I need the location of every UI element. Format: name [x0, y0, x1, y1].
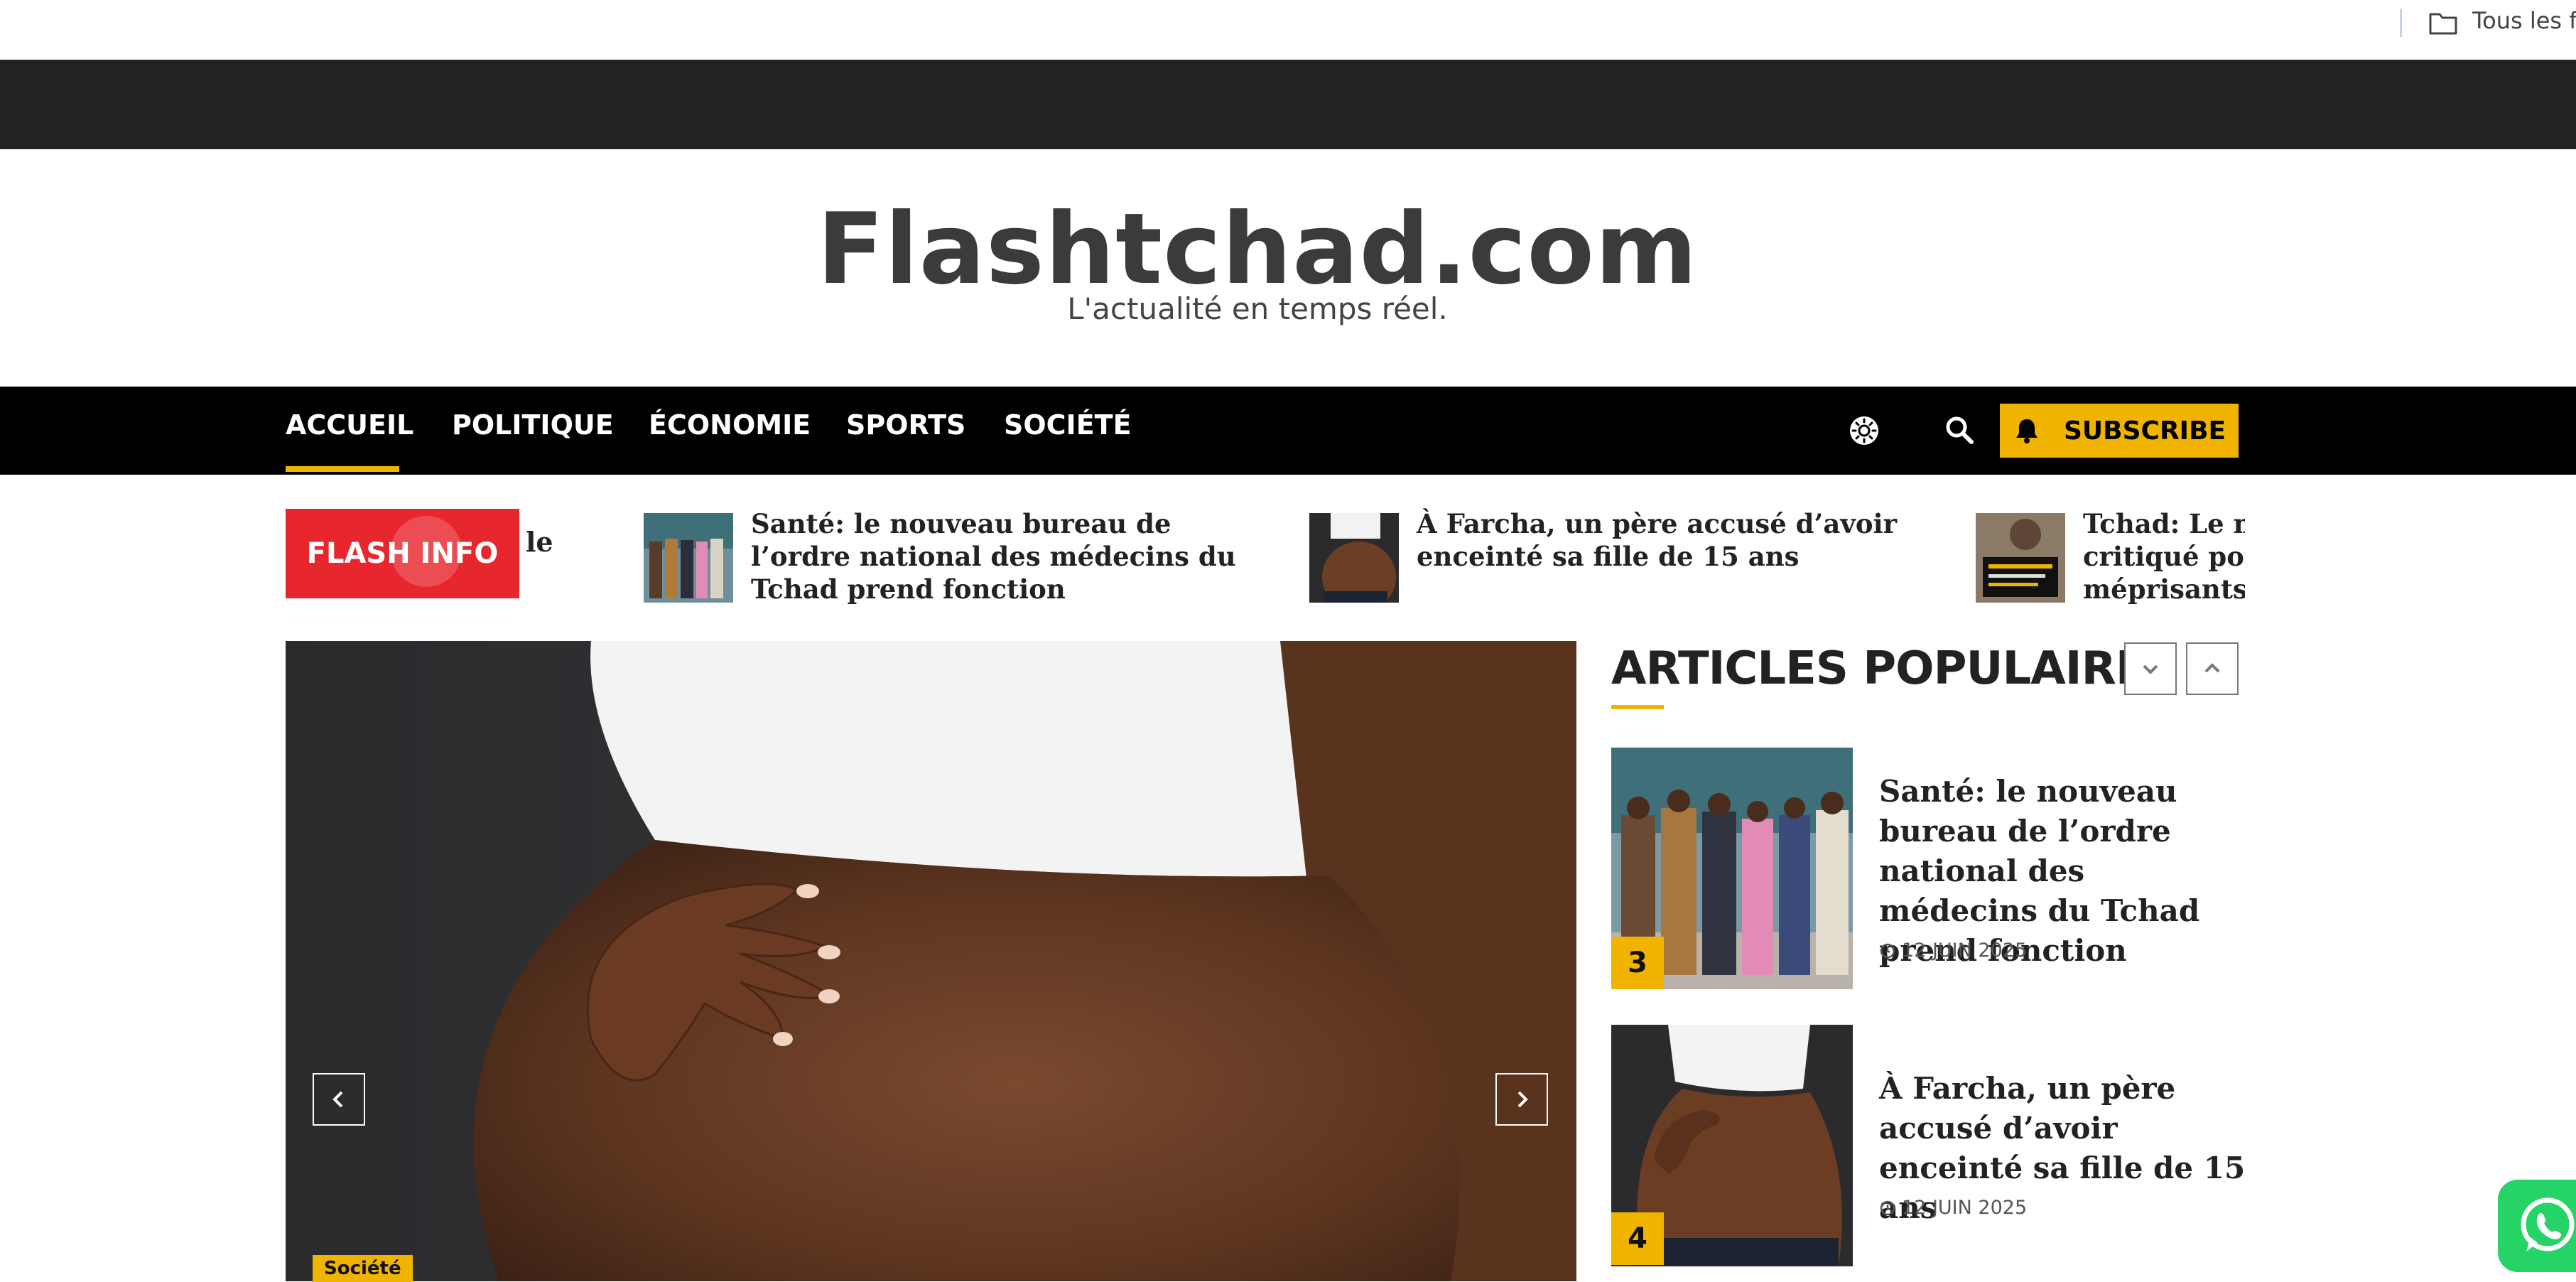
- subscribe-button[interactable]: SUBSCRIBE: [2000, 404, 2239, 458]
- popular-article-date: 12 JUIN 2025: [1879, 1197, 2027, 1219]
- flash-info-label: FLASH INFO: [306, 537, 499, 570]
- nav-item-economie[interactable]: ÉCONOMIE: [649, 409, 811, 441]
- site-title[interactable]: Flashtchad.com: [0, 192, 2515, 306]
- flash-info-badge: FLASH INFO: [286, 509, 519, 598]
- chevron-down-icon: [2143, 664, 2158, 674]
- bookmark-folder-all[interactable]: Tous les fav: [2472, 7, 2576, 34]
- popular-article-date-text: 12 JUIN 2025: [1902, 1197, 2028, 1219]
- ticker-item-title[interactable]: Tchad: Le mi critiqué pou méprisants e: [2083, 507, 2245, 605]
- featured-slider[interactable]: [286, 641, 1576, 1281]
- ticker-item-title[interactable]: À Farcha, un père accusé d’avoir enceint…: [1417, 507, 1914, 573]
- slider-next-button[interactable]: [1495, 1073, 1548, 1126]
- search-icon[interactable]: [1943, 414, 1976, 446]
- bookmarks-separator: [2400, 9, 2402, 37]
- nav-item-accueil[interactable]: ACCUEIL: [286, 409, 413, 441]
- popular-down-button[interactable]: [2124, 642, 2177, 695]
- chevron-left-icon: [332, 1091, 343, 1108]
- popular-rank-badge: 4: [1611, 1212, 1664, 1265]
- clock-icon: [1880, 1200, 1895, 1215]
- nav-item-sports[interactable]: SPORTS: [846, 409, 965, 441]
- whatsapp-icon: [2521, 1197, 2575, 1251]
- site-tagline: L'actualité en temps réel.: [1067, 291, 1448, 326]
- top-bar: [0, 60, 2576, 149]
- theme-toggle-icon[interactable]: [1847, 414, 1881, 448]
- featured-image: [286, 641, 1576, 1281]
- popular-article-date: 12 JUIN 2025: [1879, 939, 2027, 962]
- subscribe-label: SUBSCRIBE: [2064, 416, 2226, 446]
- popular-heading: ARTICLES POPULAIRES: [1611, 642, 2179, 695]
- chevron-up-icon: [2204, 663, 2220, 673]
- category-tag[interactable]: Société: [313, 1255, 413, 1282]
- popular-up-button[interactable]: [2186, 642, 2239, 695]
- popular-heading-underline: [1611, 705, 1664, 709]
- ticker-item-title[interactable]: Santé: le nouveau bureau de l’ordre nati…: [751, 507, 1248, 605]
- popular-rank-badge: 3: [1611, 937, 1664, 989]
- whatsapp-button[interactable]: [2498, 1180, 2576, 1272]
- ticker-thumbnail-medecins[interactable]: [644, 513, 733, 603]
- nav-active-indicator: [286, 466, 399, 472]
- ticker-item-clipped[interactable]: Tchad: Le mi critiqué pou méprisants e: [1975, 497, 2245, 611]
- folder-icon[interactable]: [2428, 9, 2458, 37]
- slider-prev-button[interactable]: [313, 1073, 365, 1126]
- bookmarks-bar: [0, 0, 2576, 60]
- nav-item-societe[interactable]: SOCIÉTÉ: [1004, 409, 1132, 441]
- ticker-fragment[interactable]: le: [526, 526, 553, 558]
- chevron-right-icon: [1517, 1091, 1528, 1108]
- nav-item-politique[interactable]: POLITIQUE: [452, 409, 614, 441]
- popular-article-date-text: 12 JUIN 2025: [1902, 939, 2028, 962]
- bell-icon: [2000, 404, 2054, 458]
- ticker-thumbnail-farcha[interactable]: [1309, 513, 1399, 603]
- clock-icon: [1880, 943, 1895, 958]
